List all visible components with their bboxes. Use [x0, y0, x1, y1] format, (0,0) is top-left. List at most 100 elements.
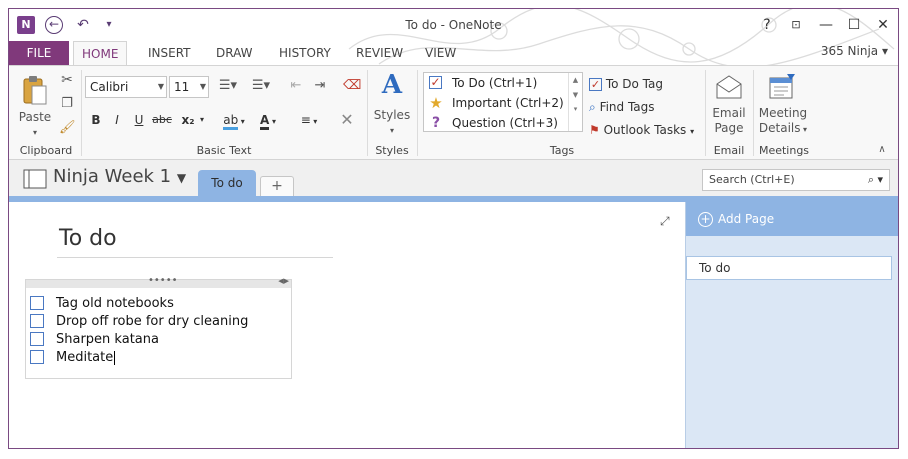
note-container[interactable]: ••••• ◀▶ Tag old notebooks Drop off robe…	[25, 275, 292, 379]
add-page-label: Add Page	[718, 212, 775, 226]
todo-checkbox[interactable]	[30, 350, 44, 364]
tab-history[interactable]: HISTORY	[271, 41, 339, 65]
email-page-button[interactable]: Email Page	[709, 106, 749, 136]
email-page-icon[interactable]	[715, 74, 743, 100]
text-cursor	[114, 350, 116, 365]
italic-button[interactable]: I	[108, 110, 126, 130]
ribbon-tabs: FILE HOME INSERT DRAW HISTORY REVIEW VIE…	[9, 41, 898, 66]
outlook-tasks-button[interactable]: ⚑ Outlook Tasks ▾	[589, 120, 694, 140]
find-tags-label: Find Tags	[599, 100, 655, 114]
todo-text-editing[interactable]: Meditate	[56, 349, 116, 366]
paste-label: Paste	[18, 110, 52, 124]
scroll-down-icon[interactable]: ▼	[569, 91, 582, 99]
page-canvas[interactable]: To do ⤢ ••••• ◀▶ Tag old notebooks Drop …	[9, 202, 685, 448]
format-painter-icon[interactable]: 🖌	[59, 120, 76, 135]
star-icon: ★	[429, 94, 443, 112]
todo-checkbox[interactable]	[30, 332, 44, 346]
todo-tag-button[interactable]: ✓ To Do Tag	[589, 74, 663, 94]
decrease-indent-icon[interactable]: ⇤	[287, 78, 305, 93]
meeting-details-icon[interactable]	[767, 72, 797, 102]
ribbon-display-icon[interactable]: ⊡	[785, 15, 807, 35]
add-page-button[interactable]: + Add Page	[686, 202, 898, 236]
search-placeholder: Search (Ctrl+E)	[709, 173, 795, 186]
tag-question[interactable]: ? Question (Ctrl+3)	[424, 113, 570, 133]
meetings-group-label: Meetings	[758, 144, 810, 157]
drag-handle-icon[interactable]: •••••	[148, 275, 178, 286]
help-button[interactable]: ?	[756, 15, 778, 35]
todo-tag-label: To Do Tag	[605, 77, 663, 91]
container-handle[interactable]: ••••• ◀▶	[26, 275, 291, 288]
todo-text[interactable]: Drop off robe for dry cleaning	[56, 313, 248, 330]
close-button[interactable]: ✕	[872, 15, 894, 35]
full-page-view-icon[interactable]: ⤢	[660, 214, 670, 229]
todo-text: Meditate	[56, 350, 114, 365]
font-name-select[interactable]: Calibri ▼	[85, 76, 167, 98]
find-tags-button[interactable]: ⌕ Find Tags	[589, 97, 655, 117]
maximize-button[interactable]: ☐	[843, 15, 865, 35]
user-name: 365 Ninja	[820, 44, 879, 58]
checkbox-icon: ✓	[429, 75, 442, 89]
strikethrough-button[interactable]: abc	[151, 110, 173, 130]
increase-indent-icon[interactable]: ⇥	[311, 78, 329, 93]
font-name-value: Calibri	[90, 80, 129, 94]
font-color-icon[interactable]: A ▾	[255, 110, 281, 130]
meeting-label: Meeting	[758, 106, 808, 120]
tag-todo[interactable]: ✓ To Do (Ctrl+1)	[424, 73, 570, 93]
tab-review[interactable]: REVIEW	[348, 41, 411, 65]
align-icon[interactable]: ≡ ▾	[295, 110, 323, 130]
page-title-text: To do	[59, 226, 117, 251]
underline-button[interactable]: U	[130, 110, 148, 130]
add-section-button[interactable]: +	[260, 176, 294, 196]
question-icon: ?	[431, 115, 441, 131]
clipboard-group-label: Clipboard	[19, 144, 73, 157]
numbering-icon[interactable]: ☰▾	[247, 78, 275, 93]
scroll-up-icon[interactable]: ▲	[569, 76, 582, 84]
bullets-icon[interactable]: ☰▾	[215, 78, 241, 93]
clear-formatting-icon[interactable]: ⌫	[343, 78, 361, 93]
collapse-ribbon-icon[interactable]: ∧	[875, 144, 889, 155]
tags-group-label: Tags	[549, 144, 575, 157]
tag-todo-label: To Do (Ctrl+1)	[452, 76, 538, 90]
tags-gallery-scroll[interactable]: ▲ ▼ ▾	[568, 73, 582, 131]
gallery-more-icon[interactable]: ▾	[569, 105, 582, 113]
notebook-selector[interactable]: Ninja Week 1 ▼	[53, 166, 186, 187]
section-tab-todo[interactable]: To do	[198, 170, 256, 196]
tag-important[interactable]: ★ Important (Ctrl+2)	[424, 93, 570, 113]
outlook-tasks-label: Outlook Tasks	[603, 123, 687, 137]
plus-circle-icon: +	[698, 212, 713, 227]
search-input[interactable]: Search (Ctrl+E) ⌕ ▾	[702, 169, 890, 191]
tab-view[interactable]: VIEW	[417, 41, 464, 65]
subscript-button[interactable]: x₂	[177, 110, 199, 130]
paste-button[interactable]: Paste ▾	[17, 110, 53, 138]
notebook-name: Ninja Week 1	[53, 166, 172, 187]
tab-draw[interactable]: DRAW	[208, 41, 261, 65]
highlight-icon[interactable]: ab ▾	[219, 110, 249, 130]
delete-icon[interactable]: ✕	[337, 110, 357, 130]
copy-icon[interactable]: ❐	[59, 96, 75, 111]
bold-button[interactable]: B	[87, 110, 105, 130]
subscript-dropdown-icon[interactable]: ▾	[197, 110, 207, 130]
meeting-details-button[interactable]: Meeting Details ▾	[757, 106, 809, 137]
resize-handle-icon[interactable]: ◀▶	[278, 277, 289, 285]
title-bar: N ← ↶ ▾ To do - OneNote ? ⊡ — ☐ ✕	[9, 9, 898, 68]
minimize-button[interactable]: —	[815, 15, 837, 35]
font-size-select[interactable]: 11 ▼	[169, 76, 209, 98]
cut-icon[interactable]: ✂	[59, 72, 75, 88]
tab-home[interactable]: HOME	[73, 41, 128, 66]
chevron-down-icon: ▼	[176, 171, 187, 185]
divider	[753, 70, 754, 156]
styles-icon[interactable]: A	[377, 70, 407, 100]
paste-icon[interactable]	[21, 74, 49, 106]
todo-text[interactable]: Tag old notebooks	[56, 295, 174, 312]
todo-text[interactable]: Sharpen katana	[56, 331, 159, 348]
email-page-label: Page	[714, 121, 744, 135]
tab-file[interactable]: FILE	[9, 41, 69, 65]
user-account[interactable]: 365 Ninja ▾	[821, 41, 888, 61]
styles-button[interactable]: Styles ▾	[371, 108, 413, 136]
page-list-item[interactable]: To do	[686, 256, 892, 280]
todo-checkbox[interactable]	[30, 314, 44, 328]
tab-insert[interactable]: INSERT	[140, 41, 199, 65]
page-title[interactable]: To do	[57, 226, 333, 258]
todo-checkbox[interactable]	[30, 296, 44, 310]
search-icon[interactable]: ⌕ ▾	[868, 170, 883, 190]
